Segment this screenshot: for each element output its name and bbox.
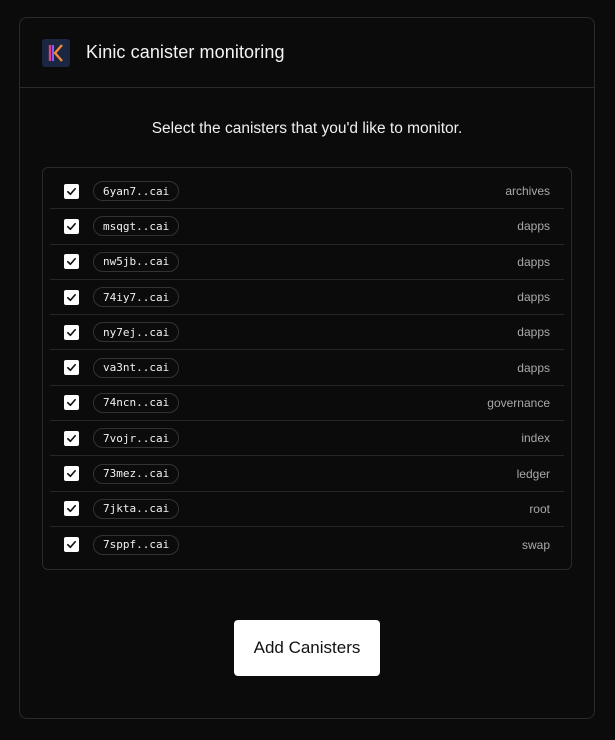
canister-row[interactable]: 74ncn..cai governance [50, 386, 564, 422]
canister-row[interactable]: 7vojr..cai index [50, 421, 564, 457]
canister-row[interactable]: 73mez..cai ledger [50, 456, 564, 492]
canister-checkbox[interactable] [64, 537, 79, 553]
canister-row[interactable]: nw5jb..cai dapps [50, 245, 564, 280]
canister-row[interactable]: ny7ej..cai dapps [50, 315, 564, 351]
canister-id-badge: 73mez..cai [93, 463, 180, 484]
canister-id-badge: 6yan7..cai [93, 181, 180, 202]
checkmark-icon [67, 364, 76, 372]
canister-id-badge: 7jkta..cai [93, 498, 180, 519]
canister-id-badge: nw5jb..cai [93, 251, 180, 272]
monitoring-card: Kinic canister monitoring Select the can… [19, 17, 595, 719]
canister-id-badge: 74iy7..cai [93, 287, 180, 308]
checkmark-icon [67, 469, 76, 478]
canister-row[interactable]: msqgt..cai dapps [50, 209, 564, 245]
canister-checkbox[interactable] [64, 395, 79, 411]
canister-category: dapps [517, 360, 550, 375]
canister-checkbox[interactable] [64, 254, 79, 270]
canister-category: dapps [517, 290, 550, 305]
canister-row[interactable]: va3nt..cai dapps [50, 350, 564, 386]
canister-category: dapps [517, 325, 550, 340]
canister-checkbox[interactable] [64, 289, 79, 305]
page-title: Kinic canister monitoring [86, 42, 285, 62]
canister-id-badge: 74ncn..cai [93, 392, 180, 413]
checkmark-icon [67, 434, 76, 442]
canister-category: root [529, 501, 550, 516]
instruction-text: Select the canisters that you'd like to … [151, 120, 463, 137]
canister-category: governance [487, 395, 550, 410]
canister-category: dapps [517, 254, 550, 269]
canister-checkbox[interactable] [64, 501, 79, 517]
canister-category: archives [505, 184, 550, 199]
checkmark-icon [67, 505, 76, 513]
checkmark-icon [67, 187, 76, 195]
checkmark-icon [67, 293, 76, 301]
canister-checkbox[interactable] [64, 466, 79, 482]
checkmark-icon [67, 222, 76, 231]
canister-list: 6yan7..cai archives msqgt..cai dapps nw5… [42, 167, 572, 570]
canister-id-badge: 7sppf..cai [93, 534, 180, 555]
canister-row[interactable]: 74iy7..cai dapps [50, 280, 564, 316]
canister-row[interactable]: 7jkta..cai root [50, 492, 564, 527]
canister-id-badge: 7vojr..cai [93, 428, 180, 449]
canister-category: dapps [517, 219, 550, 234]
checkmark-icon [67, 541, 76, 549]
canister-checkbox[interactable] [64, 183, 79, 199]
canister-checkbox[interactable] [64, 324, 79, 340]
kinic-logo-icon [42, 38, 70, 67]
canister-checkbox[interactable] [64, 360, 79, 376]
canister-category: index [521, 431, 550, 446]
checkmark-icon [67, 328, 76, 336]
canister-id-badge: ny7ej..cai [93, 322, 180, 343]
canister-row[interactable]: 7sppf..cai swap [50, 527, 564, 562]
canister-id-badge: va3nt..cai [93, 357, 180, 378]
canister-checkbox[interactable] [64, 218, 79, 234]
canister-checkbox[interactable] [64, 430, 79, 446]
checkmark-icon [67, 399, 76, 407]
add-canisters-button[interactable]: Add Canisters [234, 620, 380, 676]
checkmark-icon [67, 258, 76, 266]
card-header: Kinic canister monitoring [20, 18, 594, 88]
canister-id-badge: msqgt..cai [93, 216, 180, 237]
canister-row[interactable]: 6yan7..cai archives [50, 174, 564, 210]
canister-category: swap [521, 537, 550, 552]
canister-category: ledger [516, 466, 550, 481]
